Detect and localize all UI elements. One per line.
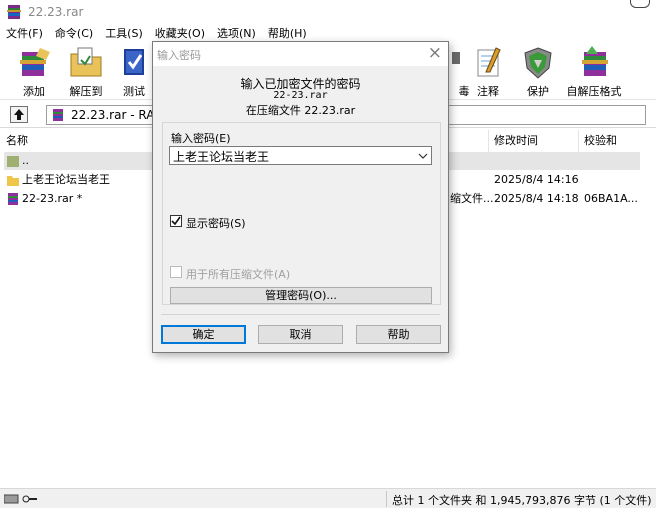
password-label: 输入密码(E) xyxy=(171,132,231,145)
column-divider xyxy=(488,130,489,152)
folder-icon xyxy=(7,176,19,186)
checkmark-icon xyxy=(171,216,181,226)
cancel-button[interactable]: 取消 xyxy=(258,325,343,344)
window-corner-button[interactable] xyxy=(630,0,650,8)
use-for-all-checkbox xyxy=(170,266,182,278)
rar-file-icon xyxy=(53,109,63,121)
comment-notepad-icon xyxy=(477,47,501,77)
test-archive-icon xyxy=(124,49,144,75)
dialog-filename: 22-23.rar xyxy=(273,90,328,101)
close-icon[interactable]: × xyxy=(428,43,442,63)
chevron-down-icon[interactable] xyxy=(416,147,430,164)
comment-button[interactable]: 注释 xyxy=(462,46,514,98)
menu-tools[interactable]: 工具(S) xyxy=(105,25,143,43)
title-bar: 22.23.rar xyxy=(0,0,656,24)
menu-commands[interactable]: 命令(C) xyxy=(55,25,93,43)
status-divider xyxy=(386,491,387,507)
column-header-modified[interactable]: 修改时间 xyxy=(494,130,538,152)
password-group: 输入密码(E) 上老王论坛当老王 显示密码(S) 用于所有压缩文件(A) 管理密… xyxy=(162,122,441,305)
dialog-archive-name: 在压缩文件 22.23.rar xyxy=(245,104,356,117)
add-button[interactable]: 添加 xyxy=(8,46,60,98)
window-title: 22.23.rar xyxy=(28,5,84,19)
column-divider xyxy=(578,130,579,152)
menu-file[interactable]: 文件(F) xyxy=(6,25,43,43)
ok-button[interactable]: 确定 xyxy=(161,325,246,344)
drive-key-icon xyxy=(4,494,37,504)
extract-to-button[interactable]: 解压到 xyxy=(60,46,112,98)
manage-passwords-button[interactable]: 管理密码(O)... xyxy=(170,287,432,304)
list-empty-area xyxy=(238,352,656,484)
column-header-name[interactable]: 名称 xyxy=(6,130,28,152)
help-button[interactable]: 帮助 xyxy=(356,325,441,344)
password-combobox[interactable]: 上老王论坛当老王 xyxy=(169,146,432,165)
sfx-button[interactable]: 自解压格式 xyxy=(562,46,626,98)
dialog-title: 输入密码 xyxy=(157,49,201,62)
up-folder-button[interactable] xyxy=(10,106,28,123)
protect-shield-icon xyxy=(524,47,552,79)
protect-button[interactable]: 保护 xyxy=(512,46,564,98)
password-dialog: 输入密码 × 输入已加密文件的密码 22-23.rar 在压缩文件 22.23.… xyxy=(152,41,449,353)
use-for-all-label: 用于所有压缩文件(A) xyxy=(186,268,291,281)
parent-folder-icon xyxy=(7,156,19,167)
winrar-app-icon xyxy=(7,5,21,19)
show-password-checkbox[interactable] xyxy=(170,215,182,227)
column-header-checksum[interactable]: 校验和 xyxy=(584,130,617,152)
rar-file-icon xyxy=(8,193,18,205)
show-password-label[interactable]: 显示密码(S) xyxy=(186,215,246,231)
status-summary: 总计 1 个文件夹 和 1,945,793,876 字节 (1 个文件) xyxy=(392,494,652,507)
add-archive-icon xyxy=(20,48,50,76)
dialog-separator xyxy=(161,314,440,315)
dialog-title-bar: 输入密码 × xyxy=(153,42,448,66)
sfx-archive-icon xyxy=(582,46,608,76)
up-arrow-icon xyxy=(14,109,24,120)
extract-folder-icon xyxy=(70,47,102,77)
status-bar: 总计 1 个文件夹 和 1,945,793,876 字节 (1 个文件) xyxy=(0,488,656,508)
